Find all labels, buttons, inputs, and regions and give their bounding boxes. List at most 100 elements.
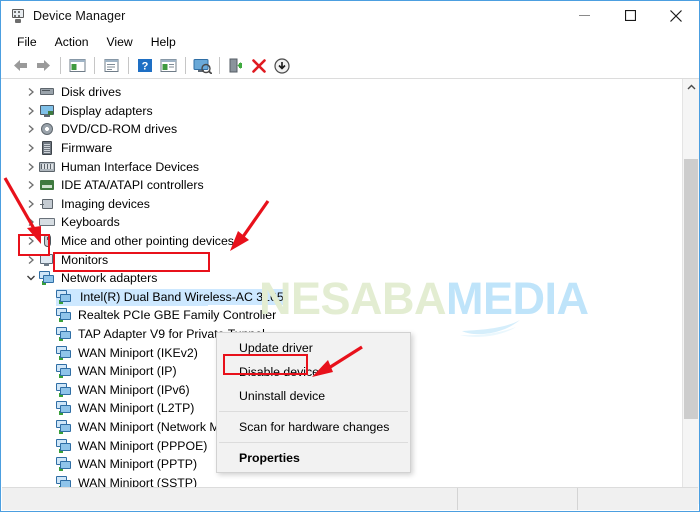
tree-row-label: Disk drives bbox=[61, 85, 122, 100]
tree-row-label: WAN Miniport (IPv6) bbox=[78, 382, 190, 397]
network-adapter-icon bbox=[56, 307, 73, 323]
status-bar-message bbox=[2, 488, 458, 510]
toolbar-separator bbox=[128, 57, 129, 74]
status-bar-segment-3 bbox=[578, 488, 698, 510]
tree-row[interactable]: Display adapters bbox=[1, 102, 681, 121]
uninstall-device-icon[interactable] bbox=[248, 55, 270, 77]
context-menu-item-uninstall-device[interactable]: Uninstall device bbox=[217, 384, 410, 408]
tree-row-label: WAN Miniport (PPTP) bbox=[78, 457, 198, 472]
menu-help[interactable]: Help bbox=[142, 32, 185, 52]
tree-row-label: WAN Miniport (IKEv2) bbox=[78, 345, 198, 360]
network-adapter-icon bbox=[56, 382, 73, 398]
help-icon[interactable]: ? bbox=[134, 55, 156, 77]
close-button[interactable] bbox=[653, 1, 699, 30]
tree-row-label: Human Interface Devices bbox=[61, 159, 200, 174]
tree-row[interactable]: Imaging devices bbox=[1, 195, 681, 214]
network-adapter-icon bbox=[39, 270, 56, 286]
network-adapter-icon bbox=[56, 363, 73, 379]
chevron-right-icon[interactable] bbox=[23, 236, 39, 246]
tree-row-label: WAN Miniport (PPPOE) bbox=[78, 438, 208, 453]
tree-row-network-adapters[interactable]: Network adapters bbox=[1, 269, 681, 288]
tree-row[interactable]: IDE ATA/ATAPI controllers bbox=[1, 176, 681, 195]
context-menu-item-update-driver[interactable]: Update driver bbox=[217, 336, 410, 360]
chevron-down-icon[interactable] bbox=[23, 273, 39, 283]
menu-action[interactable]: Action bbox=[46, 32, 98, 52]
chevron-right-icon[interactable] bbox=[23, 217, 39, 227]
status-bar-segment-2 bbox=[458, 488, 578, 510]
network-adapter-icon bbox=[56, 400, 73, 416]
tree-row[interactable]: Mice and other pointing devices bbox=[1, 232, 681, 251]
disable-device-icon[interactable] bbox=[271, 55, 293, 77]
back-icon[interactable] bbox=[9, 55, 31, 77]
status-bar bbox=[2, 487, 698, 510]
context-menu-item-properties[interactable]: Properties bbox=[217, 446, 410, 470]
disk-drive-icon bbox=[39, 84, 56, 100]
toolbar-separator bbox=[94, 57, 95, 74]
update-driver-icon[interactable] bbox=[225, 55, 247, 77]
show-hide-console-tree-icon[interactable] bbox=[66, 55, 88, 77]
chevron-right-icon[interactable] bbox=[23, 162, 39, 172]
tree-row[interactable]: Disk drives bbox=[1, 83, 681, 102]
tree-row-label: Imaging devices bbox=[61, 196, 150, 211]
chevron-right-icon[interactable] bbox=[23, 87, 39, 97]
vertical-scrollbar-thumb[interactable] bbox=[684, 159, 698, 419]
ide-controller-icon bbox=[39, 177, 56, 193]
tree-row-label: Intel(R) Dual Band Wireless-AC 3165 bbox=[78, 288, 286, 305]
tree-row-label: Mice and other pointing devices bbox=[61, 234, 234, 249]
network-adapter-icon bbox=[56, 438, 73, 454]
tree-row[interactable]: Firmware bbox=[1, 139, 681, 158]
device-manager-icon bbox=[10, 8, 26, 24]
title-bar: Device Manager bbox=[1, 1, 699, 30]
network-adapter-icon bbox=[56, 345, 73, 361]
keyboard-icon bbox=[39, 214, 56, 230]
context-menu: Update driver Disable device Uninstall d… bbox=[216, 332, 411, 473]
network-adapter-icon bbox=[56, 289, 73, 305]
imaging-device-icon bbox=[39, 196, 56, 212]
menu-view[interactable]: View bbox=[98, 32, 142, 52]
tree-row-label: Realtek PCIe GBE Family Controller bbox=[78, 308, 277, 323]
tree-row-label: Display adapters bbox=[61, 103, 153, 118]
network-adapter-icon bbox=[56, 456, 73, 472]
menu-bar: File Action View Help bbox=[1, 30, 699, 53]
tree-row-selected-device[interactable]: Intel(R) Dual Band Wireless-AC 3165 bbox=[1, 288, 681, 307]
firmware-icon bbox=[39, 140, 56, 156]
tree-row[interactable]: DVD/CD-ROM drives bbox=[1, 120, 681, 139]
tree-row[interactable]: Monitors bbox=[1, 250, 681, 269]
svg-text:?: ? bbox=[142, 61, 149, 73]
toolbar-separator bbox=[219, 57, 220, 74]
scan-for-hardware-changes-icon[interactable] bbox=[191, 55, 213, 77]
tree-row-label: WAN Miniport (L2TP) bbox=[78, 401, 195, 416]
display-adapter-icon bbox=[39, 103, 56, 119]
tree-row-label: Keyboards bbox=[61, 215, 120, 230]
tree-row-label: WAN Miniport (IP) bbox=[78, 364, 177, 379]
toolbar-separator bbox=[60, 57, 61, 74]
tree-row[interactable]: Keyboards bbox=[1, 213, 681, 232]
toolbar-separator bbox=[185, 57, 186, 74]
hid-icon bbox=[39, 159, 56, 175]
tree-row-label: Monitors bbox=[61, 252, 109, 267]
context-menu-separator bbox=[219, 442, 408, 443]
context-menu-item-scan-for-hardware-changes[interactable]: Scan for hardware changes bbox=[217, 415, 410, 439]
monitor-icon bbox=[39, 252, 56, 268]
chevron-right-icon[interactable] bbox=[23, 124, 39, 134]
chevron-right-icon[interactable] bbox=[23, 199, 39, 209]
chevron-right-icon[interactable] bbox=[23, 106, 39, 116]
network-adapter-icon bbox=[56, 326, 73, 342]
chevron-right-icon[interactable] bbox=[23, 180, 39, 190]
properties-icon[interactable] bbox=[100, 55, 122, 77]
maximize-button[interactable] bbox=[607, 1, 653, 30]
tree-row-label: DVD/CD-ROM drives bbox=[61, 122, 178, 137]
forward-icon[interactable] bbox=[32, 55, 54, 77]
vertical-scrollbar[interactable] bbox=[682, 79, 699, 504]
tree-row[interactable]: Realtek PCIe GBE Family Controller bbox=[1, 306, 681, 325]
tree-row[interactable]: Human Interface Devices bbox=[1, 157, 681, 176]
scroll-up-arrow-icon[interactable] bbox=[683, 79, 699, 96]
context-menu-item-disable-device[interactable]: Disable device bbox=[217, 360, 410, 384]
chevron-right-icon[interactable] bbox=[23, 143, 39, 153]
device-manager-window: Device Manager File Action View Help ? N… bbox=[0, 0, 700, 512]
window-title: Device Manager bbox=[33, 8, 126, 23]
chevron-right-icon[interactable] bbox=[23, 255, 39, 265]
show-hide-action-pane-icon[interactable] bbox=[157, 55, 179, 77]
menu-file[interactable]: File bbox=[8, 32, 46, 52]
minimize-button[interactable] bbox=[561, 1, 607, 30]
